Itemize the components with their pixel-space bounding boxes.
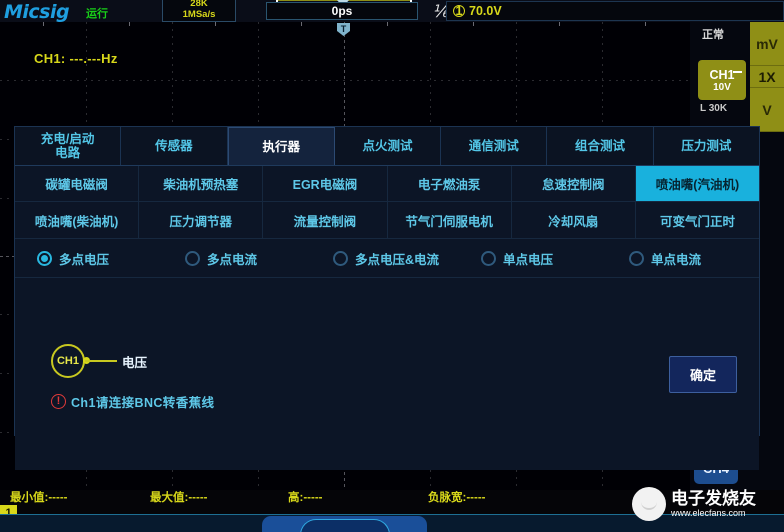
radio-multipoint-voltage-label: 多点电压 [59,252,110,267]
radio-multipoint-current-dot[interactable] [185,250,200,266]
ch1-button-scale: 10V [713,81,731,93]
measurement-max-label: 最大值: [150,492,189,504]
measurement-neg-pulse-width-label: 负脉宽: [428,492,467,504]
measurement-min[interactable]: 最小值:----- [10,489,68,505]
radio-multipoint-voltage[interactable]: 多点电压 [15,249,167,268]
radio-multipoint-voltage-dot[interactable] [37,250,52,266]
radio-multipoint-voltage-current[interactable]: 多点电压&电流 [315,249,463,268]
tab-charging-startup-circuit[interactable]: 充电/启动 电路 [15,127,122,165]
trigger-source-channel-icon: 1 [453,5,465,17]
measurement-max[interactable]: 最大值:----- [150,489,208,505]
measurement-neg-pulse-width[interactable]: 负脉宽:----- [428,489,486,505]
measurement-neg-pulse-width-value: ----- [466,492,486,504]
watermark-title: 电子发烧友 [671,489,756,508]
tab-charging-startup-circuit-line1: 充电/启动 [40,132,95,146]
memory-depth-value: 28K [190,0,208,9]
radio-singlepoint-voltage[interactable]: 单点电压 [463,249,611,268]
radio-singlepoint-voltage-label: 单点电压 [503,252,554,267]
trigger-position-box[interactable]: 0ps [266,2,418,20]
test-item-row: 碳罐电磁阀 柴油机预热塞 EGR电磁阀 电子燃油泵 怠速控制阀 喷油嘴(汽油机) [15,166,760,202]
run-state-label: 运行 [86,8,108,20]
test-item-grid: 碳罐电磁阀 柴油机预热塞 EGR电磁阀 电子燃油泵 怠速控制阀 喷油嘴(汽油机)… [15,166,760,238]
radio-multipoint-current-label: 多点电流 [207,252,258,267]
measurement-high[interactable]: 高:----- [288,489,323,505]
item-electronic-fuel-pump[interactable]: 电子燃油泵 [387,166,512,201]
ch1-button-name: CH1 [709,67,735,82]
diagram-lead-line [85,360,117,362]
ch1-channel-button[interactable]: CH1 10V [698,60,746,100]
tab-combination-test[interactable]: 组合测试 [547,127,654,165]
measurement-min-label: 最小值: [10,492,49,504]
tab-charging-startup-circuit-line2: 电路 [55,146,81,160]
item-diesel-glow-plug[interactable]: 柴油机预热塞 [139,166,264,201]
confirm-button[interactable]: 确定 [669,356,737,393]
item-canister-solenoid-valve[interactable]: 碳罐电磁阀 [15,166,140,201]
diagram-lead-label: 电压 [122,356,148,370]
item-egr-solenoid-valve[interactable]: EGR电磁阀 [263,166,388,201]
measurement-min-value: ----- [48,492,68,504]
trigger-level-value: 70.0V [469,4,502,18]
measurement-high-value: ----- [303,492,323,504]
watermark: 电子发烧友 www.elecfans.com [632,487,756,521]
trigger-level-readout: 1 70.0V [453,4,502,18]
acquisition-info[interactable]: 28K 1MSa/s [162,0,236,22]
probe-ratio-button[interactable]: 1X [750,66,784,88]
sample-rate-value: 1MSa/s [182,9,216,20]
item-throttle-servo-motor[interactable]: 节气门伺服电机 [387,202,512,238]
radio-singlepoint-voltage-dot[interactable] [481,250,496,266]
item-variable-valve-timing[interactable]: 可变气门正时 [635,202,760,238]
category-tab-bar: 充电/启动 电路 传感器 执行器 点火测试 通信测试 组合测试 压力测试 [15,127,759,165]
bottom-center-handle[interactable] [300,519,390,532]
ch1-frequency-readout: CH1: ---.---Hz [34,51,118,66]
item-flow-control-valve[interactable]: 流量控制阀 [263,202,388,238]
item-injector-diesel[interactable]: 喷油嘴(柴油机) [15,202,140,238]
exclamation-circle-icon: ! [51,394,66,409]
radio-singlepoint-current[interactable]: 单点电流 [611,249,759,268]
tab-sensor[interactable]: 传感器 [121,127,228,165]
trigger-mode-label: 正常 [702,29,724,41]
radio-multipoint-voltage-current-label: 多点电压&电流 [355,252,440,267]
dc-coupling-icon [733,71,742,73]
tab-communication-test[interactable]: 通信测试 [441,127,548,165]
unit-mv-button[interactable]: mV [750,22,784,66]
radio-multipoint-current[interactable]: 多点电流 [167,249,315,268]
diagram-ch1-node: CH1 [51,344,85,378]
tab-actuator[interactable]: 执行器 [227,127,335,165]
trigger-position-value: 0ps [331,4,353,18]
top-status-bar: Micsig 运行 28K 1MSa/s 0ps ⅙ 1 70.0V [0,0,784,23]
radio-multipoint-voltage-current-dot[interactable] [333,250,348,266]
oscilloscope-screen: Micsig 运行 28K 1MSa/s 0ps ⅙ 1 70.0V CH1: … [0,0,784,532]
radio-singlepoint-current-dot[interactable] [629,250,644,266]
measurement-high-label: 高: [288,492,304,504]
tab-ignition-test[interactable]: 点火测试 [334,127,442,165]
auto-test-dialog: 充电/启动 电路 传感器 执行器 点火测试 通信测试 组合测试 压力测试 碳罐电… [14,126,760,470]
trigger-level-box[interactable]: 1 70.0V [446,1,784,21]
connection-diagram-area: CH1 电压 ! Ch1请连接BNC转香蕉线 确定 [15,278,759,470]
connection-warning-text: Ch1请连接BNC转香蕉线 [71,396,215,410]
watermark-url: www.elecfans.com [671,508,746,518]
item-injector-gasoline[interactable]: 喷油嘴(汽油机) [635,166,760,201]
watermark-logo-icon [632,487,666,521]
item-idle-control-valve[interactable]: 怠速控制阀 [511,166,636,201]
brand-logo: Micsig [4,1,70,23]
radio-singlepoint-current-label: 单点电流 [651,252,702,267]
item-pressure-regulator[interactable]: 压力调节器 [139,202,264,238]
measurement-mode-radio-group: 多点电压 多点电流 多点电压&电流 单点电压 单点电流 [15,238,759,278]
measurement-bar: 最小值:----- 最大值:----- 高:----- 负脉宽:----- [0,484,690,514]
test-item-row: 喷油嘴(柴油机) 压力调节器 流量控制阀 节气门伺服电机 冷却风扇 可变气门正时 [15,202,760,238]
connection-warning: ! Ch1请连接BNC转香蕉线 [51,392,214,411]
ch1-bandwidth-label: L 30K [700,103,728,114]
unit-selector-column: mV 1X V [750,22,784,132]
item-cooling-fan[interactable]: 冷却风扇 [511,202,636,238]
tab-pressure-test[interactable]: 压力测试 [653,127,759,165]
measurement-max-value: ----- [188,492,208,504]
